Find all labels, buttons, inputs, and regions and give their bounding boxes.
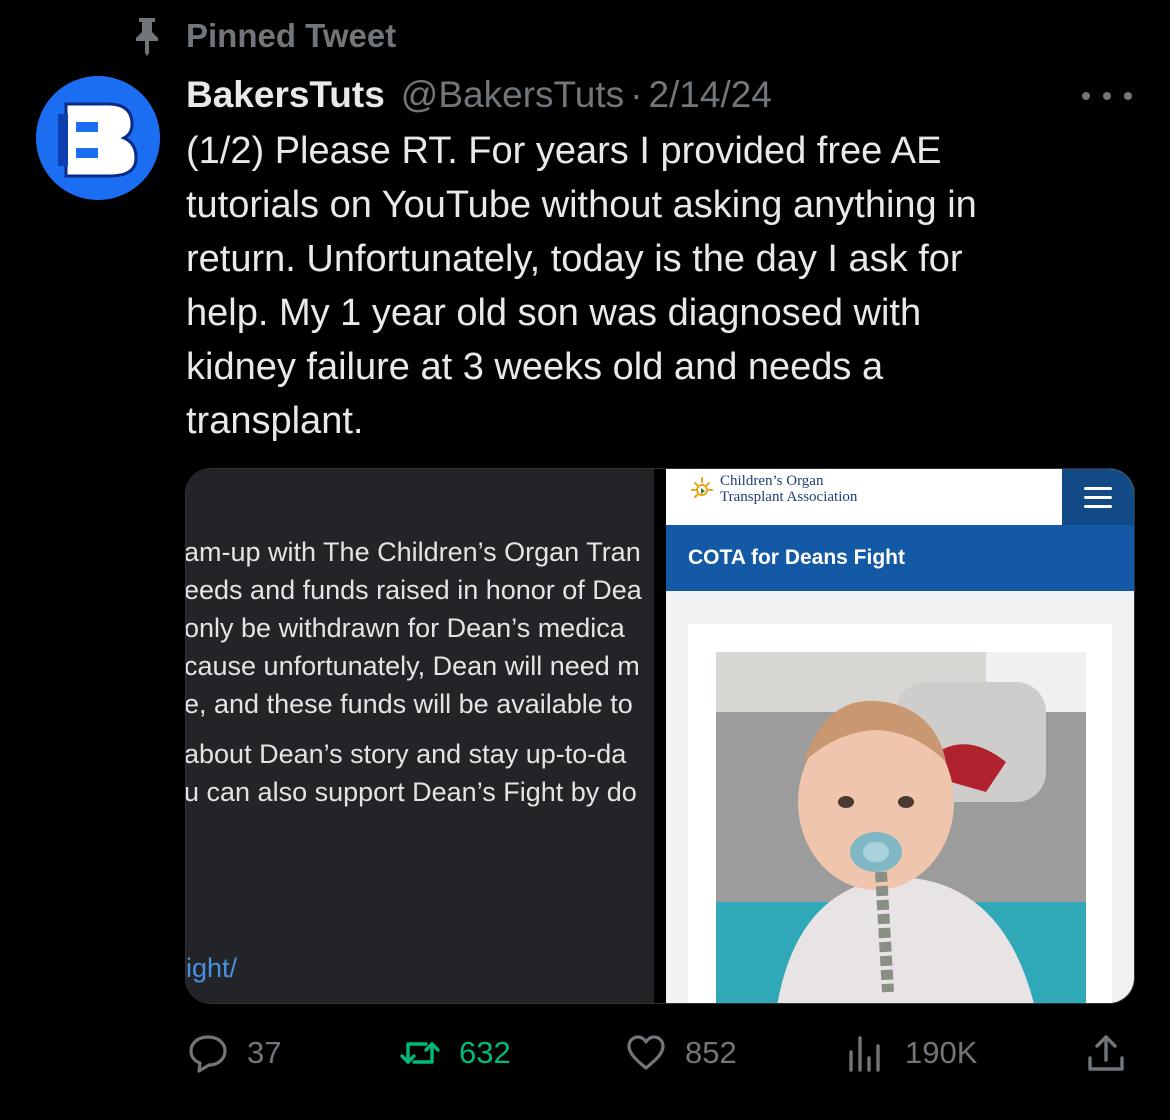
avatar[interactable] [36, 76, 160, 200]
views-count: 190K [905, 1035, 978, 1070]
like-button[interactable]: 852 [625, 1026, 737, 1080]
author-name[interactable]: BakersTuts [186, 74, 385, 116]
baby-photo [716, 652, 1086, 1003]
screenshot-line: only be withdrawn for Dean’s medica [186, 613, 625, 643]
pin-icon [130, 16, 164, 56]
pinned-label: Pinned Tweet [186, 17, 397, 54]
tweet-actions: 37 632 852 190K [185, 1026, 1135, 1080]
heart-icon [627, 1035, 665, 1070]
tweet-date[interactable]: 2/14/24 [648, 74, 771, 116]
screenshot-link: ight/ [186, 953, 238, 983]
cota-page-title: COTA for Deans Fight [688, 546, 905, 569]
screenshot-line: eeds and funds raised in honor of Dea [186, 575, 642, 605]
screenshot-line: cause unfortunately, Dean will need m [186, 651, 640, 681]
screenshot-line: about Dean’s story and stay up-to-da [186, 739, 627, 769]
screenshot-text: am-up with The Children’s Organ Tran eed… [186, 533, 654, 811]
cota-logo: Children’s Organ Transplant Association [688, 473, 857, 505]
screenshot-line: am-up with The Children’s Organ Tran [186, 537, 641, 567]
share-icon [1088, 1035, 1124, 1071]
retweet-count: 632 [459, 1035, 511, 1070]
reply-count: 37 [247, 1035, 282, 1070]
cota-header: Children’s Organ Transplant Association [666, 469, 1134, 525]
retweet-button[interactable]: 632 [399, 1026, 511, 1080]
header-separator: · [630, 74, 643, 115]
baby-photo-illustration [716, 652, 1086, 1003]
bakerstuts-logo-icon [36, 76, 160, 200]
tweet-text: (1/2) Please RT. For years I provided fr… [186, 130, 977, 442]
cota-title-bar: COTA for Deans Fight [666, 525, 1134, 591]
retweet-icon [400, 1042, 440, 1064]
reply-icon [189, 1035, 227, 1073]
hamburger-menu-icon [1062, 469, 1134, 525]
pinned-indicator: Pinned Tweet [130, 14, 396, 58]
author-handle[interactable]: @BakersTuts [401, 74, 624, 116]
media-divider [654, 469, 666, 1003]
cota-logo-line: Transplant Association [720, 489, 858, 505]
media-image-left[interactable]: am-up with The Children’s Organ Tran eed… [186, 469, 654, 1003]
views-button[interactable]: 190K [845, 1026, 977, 1080]
reply-button[interactable]: 37 [187, 1026, 281, 1080]
media-image-right[interactable]: Children’s Organ Transplant Association … [666, 469, 1134, 1003]
sun-logo-icon [691, 477, 713, 498]
share-button[interactable] [1085, 1026, 1127, 1080]
views-chart-icon [849, 1036, 880, 1072]
screenshot-line: u can also support Dean’s Fight by do [186, 777, 637, 807]
cota-photo-card [688, 624, 1112, 1003]
cota-logo-line: Children’s Organ [720, 473, 824, 489]
media-attachment[interactable]: am-up with The Children’s Organ Tran eed… [185, 468, 1135, 1004]
more-options-icon[interactable] [1082, 78, 1132, 114]
screenshot-line: e, and these funds will be available to [186, 689, 633, 719]
like-count: 852 [685, 1035, 737, 1070]
tweet-header: BakersTuts @BakersTuts · 2/14/24 [186, 72, 772, 118]
